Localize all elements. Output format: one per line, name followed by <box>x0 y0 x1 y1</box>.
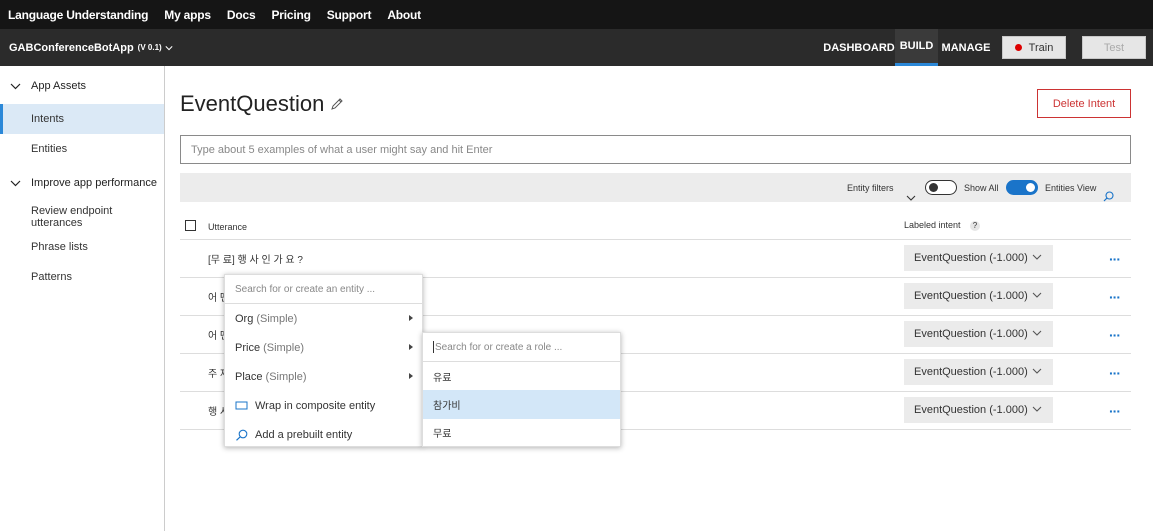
search-icon[interactable] <box>1103 182 1114 211</box>
chevron-right-icon <box>409 344 413 350</box>
entities-view-label: Entities View <box>1045 182 1097 193</box>
chevron-down-icon <box>10 180 21 186</box>
test-button[interactable]: Test <box>1082 36 1146 59</box>
col-labeled-intent: Labeled intent <box>904 220 961 230</box>
nav-support[interactable]: Support <box>327 8 372 22</box>
entity-kind: (Simple) <box>263 341 305 354</box>
more-options-icon[interactable]: ··· <box>1109 365 1121 381</box>
train-status-dot <box>1014 44 1022 51</box>
table-row[interactable]: [무 료] 행 사 인 가 요 ? EventQuestion (-1.000)… <box>180 240 1131 278</box>
role-item[interactable]: 무료 <box>423 418 620 447</box>
intent-dropdown-value: EventQuestion (-1.000) <box>914 328 1028 340</box>
sidebar-item-phrase-lists[interactable]: Phrase lists <box>0 232 164 262</box>
help-icon[interactable]: ? <box>970 221 980 231</box>
sidebar-item-intents[interactable]: Intents <box>0 104 164 134</box>
chevron-down-icon <box>1032 330 1042 336</box>
entity-search-input[interactable]: Search for or create an entity ... <box>225 275 422 304</box>
more-options-icon[interactable]: ··· <box>1109 327 1121 343</box>
pencil-icon[interactable] <box>330 97 344 111</box>
app-name: GABConferenceBotApp <box>9 41 134 54</box>
chevron-right-icon <box>409 315 413 321</box>
more-options-icon[interactable]: ··· <box>1109 289 1121 305</box>
entity-menu-item-place[interactable]: Place (Simple) <box>225 362 422 391</box>
tab-build[interactable]: BUILD <box>895 29 938 66</box>
wrap-composite-item[interactable]: Wrap in composite entity <box>225 391 422 420</box>
sidebar-item-review-endpoint[interactable]: Review endpoint utterances <box>0 202 164 232</box>
entity-kind: (Simple) <box>256 312 298 325</box>
entity-name: Place <box>235 370 263 383</box>
chevron-down-icon <box>1032 292 1042 298</box>
intent-dropdown-value: EventQuestion (-1.000) <box>914 366 1028 378</box>
entity-menu-item-org[interactable]: Org (Simple) <box>225 304 422 333</box>
role-search-placeholder: Search for or create a role ... <box>435 341 563 353</box>
utterance-input[interactable]: Type about 5 examples of what a user mig… <box>180 135 1131 164</box>
entities-view-toggle[interactable] <box>1006 180 1038 195</box>
entity-name: Org <box>235 312 254 325</box>
more-options-icon[interactable]: ··· <box>1109 403 1121 419</box>
col-utterance: Utterance <box>208 222 248 232</box>
tab-manage[interactable]: MANAGE <box>941 29 991 66</box>
intent-dropdown[interactable]: EventQuestion (-1.000) <box>904 245 1053 271</box>
chevron-down-icon <box>1032 368 1042 374</box>
intent-dropdown[interactable]: EventQuestion (-1.000) <box>904 397 1053 423</box>
chevron-down-icon <box>1032 254 1042 260</box>
chevron-right-icon <box>409 373 413 379</box>
intent-dropdown[interactable]: EventQuestion (-1.000) <box>904 321 1053 347</box>
app-switcher[interactable]: GABConferenceBotApp (V 0.1) <box>9 42 173 54</box>
chevron-down-icon[interactable] <box>906 184 916 213</box>
add-prebuilt-label: Add a prebuilt entity <box>255 428 353 441</box>
intent-dropdown[interactable]: EventQuestion (-1.000) <box>904 359 1053 385</box>
utterance-text[interactable]: [무 료] 행 사 인 가 요 ? <box>208 240 303 277</box>
chevron-down-icon <box>165 45 173 50</box>
nav-docs[interactable]: Docs <box>227 8 256 22</box>
nav-about[interactable]: About <box>387 8 421 22</box>
sidebar-group-improve[interactable]: Improve app performance <box>0 169 157 197</box>
filter-bar: Entity filters Show All Entities View <box>180 173 1131 202</box>
entity-menu: Search for or create an entity ... Org (… <box>224 274 423 447</box>
add-prebuilt-item[interactable]: Add a prebuilt entity <box>225 420 422 449</box>
app-version: (V 0.1) <box>137 43 162 52</box>
chevron-down-icon <box>10 83 21 89</box>
entity-kind: (Simple) <box>265 370 307 383</box>
sidebar-group-app-assets[interactable]: App Assets <box>0 72 86 100</box>
text-caret <box>433 341 434 353</box>
entity-name: Price <box>235 341 261 354</box>
composite-entity-icon <box>235 401 248 410</box>
app-bar: GABConferenceBotApp (V 0.1) DASHBOARD BU… <box>0 29 1153 66</box>
sidebar-item-entities[interactable]: Entities <box>0 134 164 164</box>
entity-menu-item-price[interactable]: Price (Simple) <box>225 333 422 362</box>
brand-link[interactable]: Language Understanding <box>8 8 148 22</box>
tab-dashboard[interactable]: DASHBOARD <box>823 29 895 66</box>
intent-name: EventQuestion <box>180 91 325 116</box>
intent-dropdown-value: EventQuestion (-1.000) <box>914 290 1028 302</box>
nav-my-apps[interactable]: My apps <box>164 8 211 22</box>
more-options-icon[interactable]: ··· <box>1109 251 1121 267</box>
intent-dropdown-value: EventQuestion (-1.000) <box>914 404 1028 416</box>
top-nav: Language Understanding My apps Docs Pric… <box>0 0 1153 29</box>
sidebar-group-label: Improve app performance <box>31 177 157 189</box>
wrap-composite-label: Wrap in composite entity <box>255 399 376 412</box>
delete-intent-button[interactable]: Delete Intent <box>1037 89 1131 118</box>
page-title: EventQuestion <box>180 91 344 117</box>
show-all-toggle[interactable] <box>925 180 957 195</box>
nav-pricing[interactable]: Pricing <box>271 8 310 22</box>
sidebar-item-patterns[interactable]: Patterns <box>0 262 164 292</box>
role-item[interactable]: 참가비 <box>423 390 620 419</box>
search-icon <box>236 429 248 441</box>
train-button[interactable]: Train <box>1002 36 1066 59</box>
role-search-input[interactable]: Search for or create a role ... <box>423 333 620 362</box>
select-all-checkbox[interactable] <box>185 220 196 231</box>
chevron-down-icon <box>1032 406 1042 412</box>
role-submenu: Search for or create a role ... 유료 참가비 무… <box>422 332 621 447</box>
sidebar: App Assets Intents Entities Improve app … <box>0 66 165 531</box>
sidebar-group-label: App Assets <box>31 80 87 92</box>
show-all-label: Show All <box>964 182 999 193</box>
entity-filters-label[interactable]: Entity filters <box>847 173 894 202</box>
train-label: Train <box>1028 41 1054 54</box>
intent-dropdown[interactable]: EventQuestion (-1.000) <box>904 283 1053 309</box>
intent-dropdown-value: EventQuestion (-1.000) <box>914 252 1028 264</box>
table-header: Utterance Labeled intent ? <box>180 212 1131 240</box>
role-item[interactable]: 유료 <box>423 362 620 391</box>
